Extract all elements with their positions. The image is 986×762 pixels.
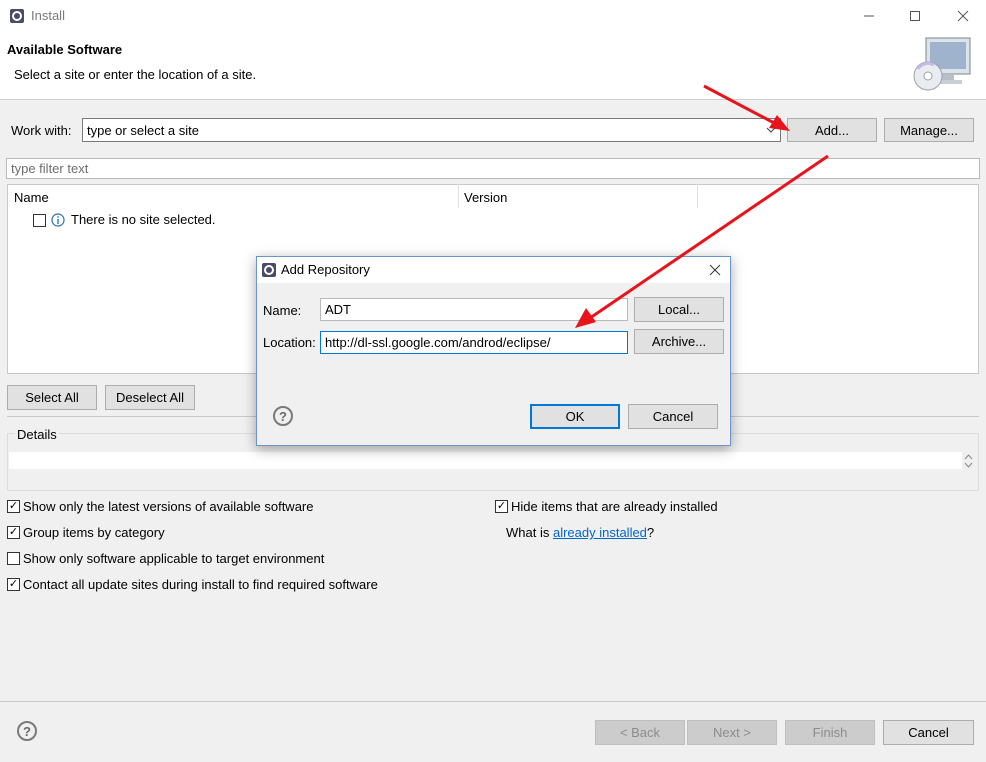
arrow-to-location-field (575, 154, 829, 328)
annotation-arrows (575, 84, 829, 328)
arrow-to-add-button (703, 84, 790, 131)
